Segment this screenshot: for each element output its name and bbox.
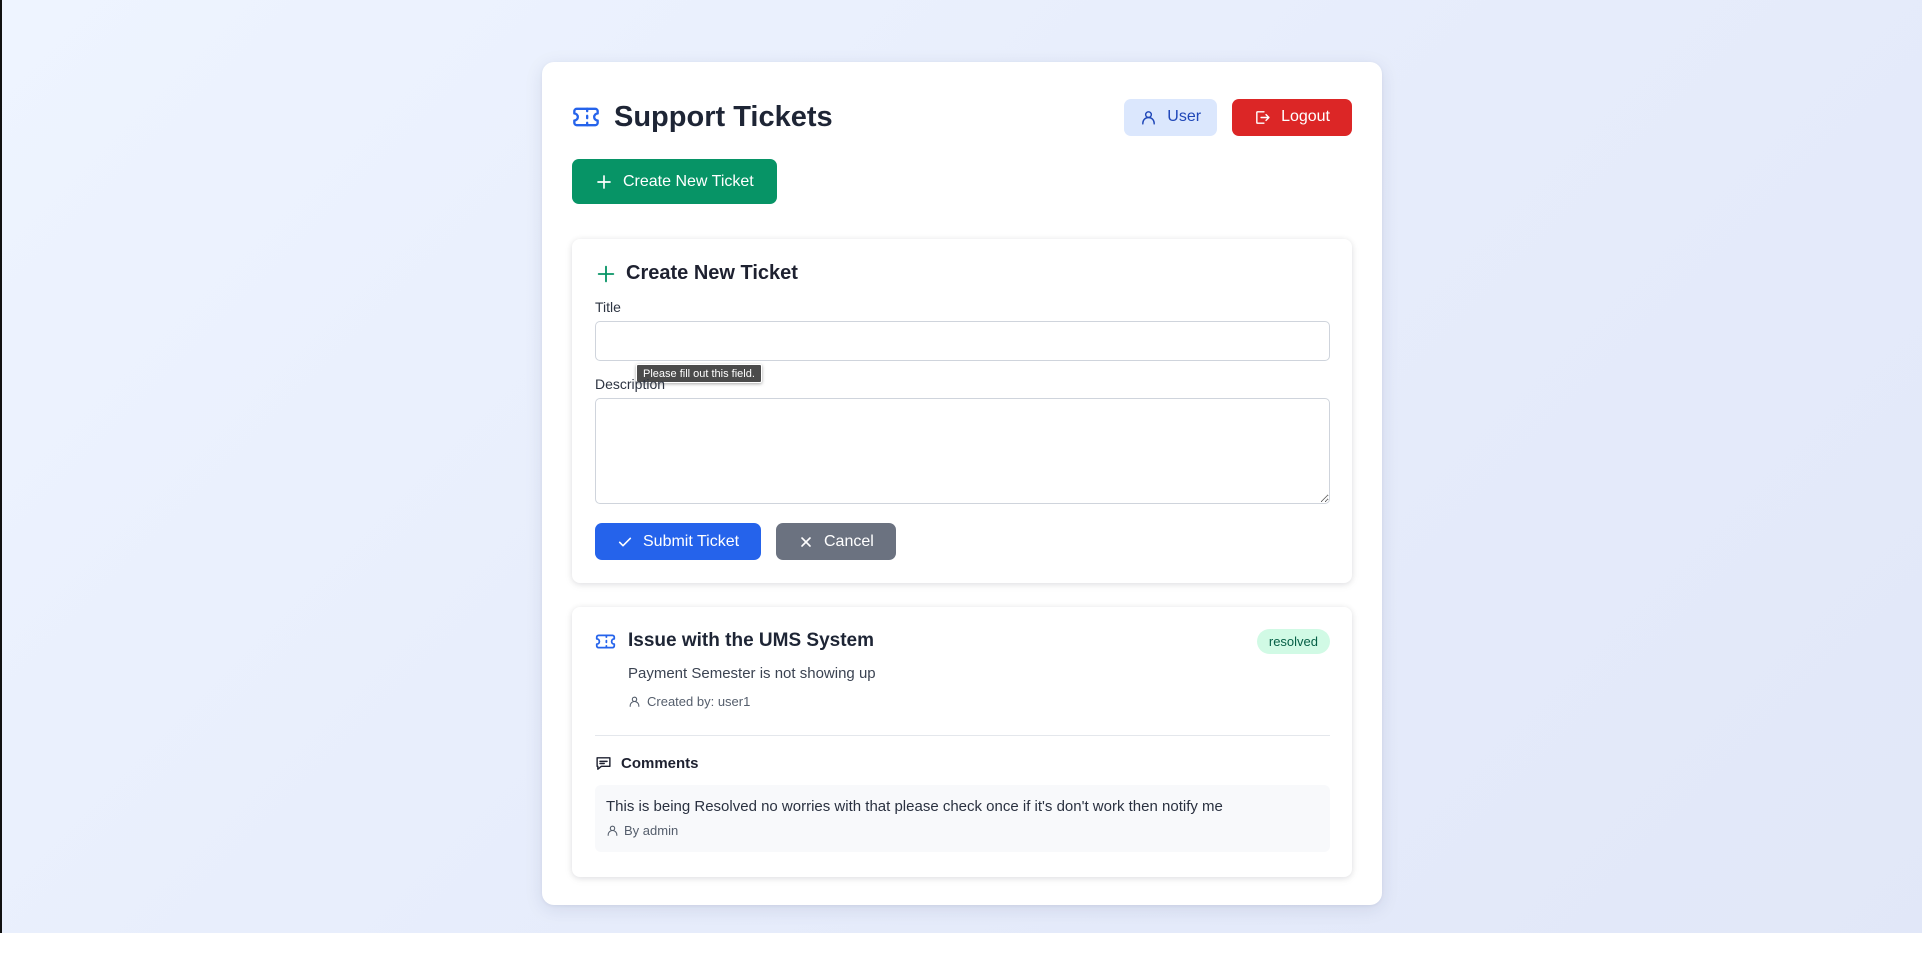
- page-header: Support Tickets User Logout: [572, 92, 1352, 142]
- form-heading: Create New Ticket: [595, 262, 798, 285]
- description-label: Description: [595, 376, 666, 392]
- create-new-ticket-button[interactable]: Create New Ticket: [572, 159, 777, 204]
- comment-item: This is being Resolved no worries with t…: [595, 785, 1330, 852]
- created-by-text: Created by: user1: [647, 694, 751, 709]
- ticket-divider: [595, 735, 1330, 736]
- ticket-icon: [572, 103, 600, 131]
- user-icon: [1140, 109, 1157, 126]
- cancel-button[interactable]: Cancel: [776, 523, 896, 560]
- title-group: Support Tickets: [572, 101, 833, 134]
- submit-ticket-label: Submit Ticket: [643, 532, 740, 550]
- plus-icon: [595, 173, 613, 191]
- form-heading-text: Create New Ticket: [626, 262, 798, 284]
- ticket-created-by: Created by: user1: [628, 694, 750, 709]
- ticket-title-row: Issue with the UMS System: [595, 630, 874, 652]
- close-icon: [798, 534, 814, 550]
- create-ticket-form: Create New Ticket Title Please fill out …: [572, 239, 1352, 583]
- logout-button[interactable]: Logout: [1232, 98, 1352, 136]
- create-new-ticket-label: Create New Ticket: [623, 172, 754, 190]
- logout-button-label: Logout: [1281, 108, 1330, 125]
- cancel-label: Cancel: [824, 532, 874, 550]
- comment-text: This is being Resolved no worries with t…: [606, 798, 1223, 815]
- ticket-card: Issue with the UMS System resolved Payme…: [572, 607, 1352, 877]
- user-button[interactable]: User: [1124, 98, 1218, 136]
- check-icon: [617, 534, 633, 550]
- comments-heading-text: Comments: [621, 755, 699, 772]
- ticket-description: Payment Semester is not showing up: [628, 665, 876, 682]
- title-label: Title: [595, 299, 621, 315]
- header-actions: User Logout: [1124, 98, 1352, 136]
- submit-ticket-button[interactable]: Submit Ticket: [595, 523, 762, 560]
- window-left-edge: [0, 0, 2, 933]
- user-button-label: User: [1167, 108, 1202, 125]
- comment-author-text: By admin: [624, 823, 679, 838]
- comment-author: By admin: [606, 823, 678, 838]
- user-icon: [628, 695, 641, 708]
- status-badge: resolved: [1256, 629, 1330, 654]
- ticket-icon: [595, 631, 616, 652]
- plus-icon: [595, 263, 617, 285]
- window-bottom-strip: [0, 933, 1922, 966]
- ticket-title: Issue with the UMS System: [628, 630, 875, 651]
- comment-icon: [595, 755, 612, 772]
- description-textarea[interactable]: [595, 398, 1330, 504]
- user-icon: [606, 824, 619, 837]
- title-input[interactable]: [595, 321, 1330, 361]
- logout-icon: [1254, 109, 1271, 126]
- support-tickets-panel: Support Tickets User Logout Create New T…: [542, 62, 1382, 905]
- page-title: Support Tickets: [614, 100, 833, 133]
- comments-heading: Comments: [595, 755, 699, 772]
